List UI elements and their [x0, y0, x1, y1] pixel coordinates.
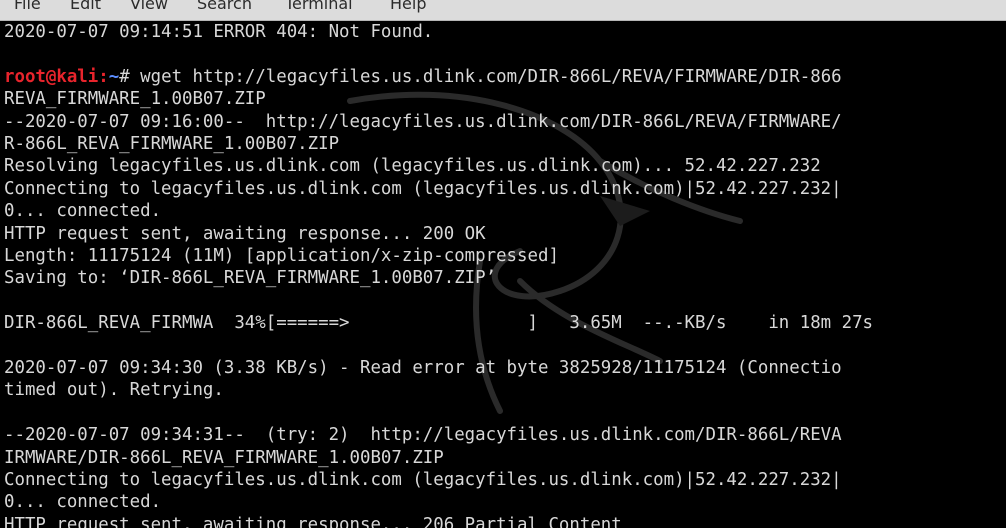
terminal-line: Resolving legacyfiles.us.dlink.com (lega…: [4, 156, 821, 177]
terminal-line: REVA_FIRMWARE_1.00B07.ZIP: [4, 89, 266, 110]
terminal-line: Saving to: ‘DIR-866L_REVA_FIRMWARE_1.00B…: [4, 268, 497, 289]
menu-edit[interactable]: Edit: [70, 0, 101, 14]
menu-bar: File Edit View Search Terminal Help: [0, 0, 1006, 21]
menu-terminal[interactable]: Terminal: [285, 0, 353, 14]
prompt-user-host: root@kali: [4, 66, 99, 87]
menu-view[interactable]: View: [130, 0, 168, 14]
terminal-line: 0... connected.: [4, 201, 162, 222]
terminal-line: Connecting to legacyfiles.us.dlink.com (…: [4, 178, 842, 199]
terminal-line: timed out). Retrying.: [4, 380, 224, 401]
terminal-output[interactable]: 2020-07-07 09:14:51 ERROR 404: Not Found…: [0, 21, 1006, 528]
menu-search[interactable]: Search: [197, 0, 252, 14]
terminal-line: 0... connected.: [4, 492, 162, 513]
prompt-separator: :: [98, 66, 109, 87]
prompt-symbol: #: [119, 66, 141, 87]
menu-help[interactable]: Help: [390, 0, 426, 14]
terminal-line: R-866L_REVA_FIRMWARE_1.00B07.ZIP: [4, 134, 340, 154]
terminal-line: Connecting to legacyfiles.us.dlink.com (…: [4, 470, 842, 490]
terminal-line: --2020-07-07 09:16:00-- http://legacyfil…: [4, 111, 842, 132]
terminal-line: IRMWARE/DIR-866L_REVA_FIRMWARE_1.00B07.Z…: [4, 447, 444, 468]
terminal-line: HTTP request sent, awaiting response... …: [4, 514, 622, 528]
terminal-line: HTTP request sent, awaiting response... …: [4, 223, 486, 244]
terminal-line: --2020-07-07 09:34:31-- (try: 2) http://…: [4, 425, 842, 446]
command-text: wget http://legacyfiles.us.dlink.com/DIR…: [140, 66, 842, 87]
menu-file[interactable]: File: [14, 0, 41, 14]
download-progress-line: DIR-866L_REVA_FIRMWA 34%[======> ] 3.65M…: [4, 313, 874, 334]
terminal-line: Length: 11175124 (11M) [application/x-zi…: [4, 246, 559, 266]
prompt-path: ~: [108, 66, 120, 87]
prompt-line: root@kali:~# wget http://legacyfiles.us.…: [4, 66, 842, 88]
terminal-line: 2020-07-07 09:34:30 (3.38 KB/s) - Read e…: [4, 358, 842, 378]
terminal-line: 2020-07-07 09:14:51 ERROR 404: Not Found…: [4, 22, 434, 42]
